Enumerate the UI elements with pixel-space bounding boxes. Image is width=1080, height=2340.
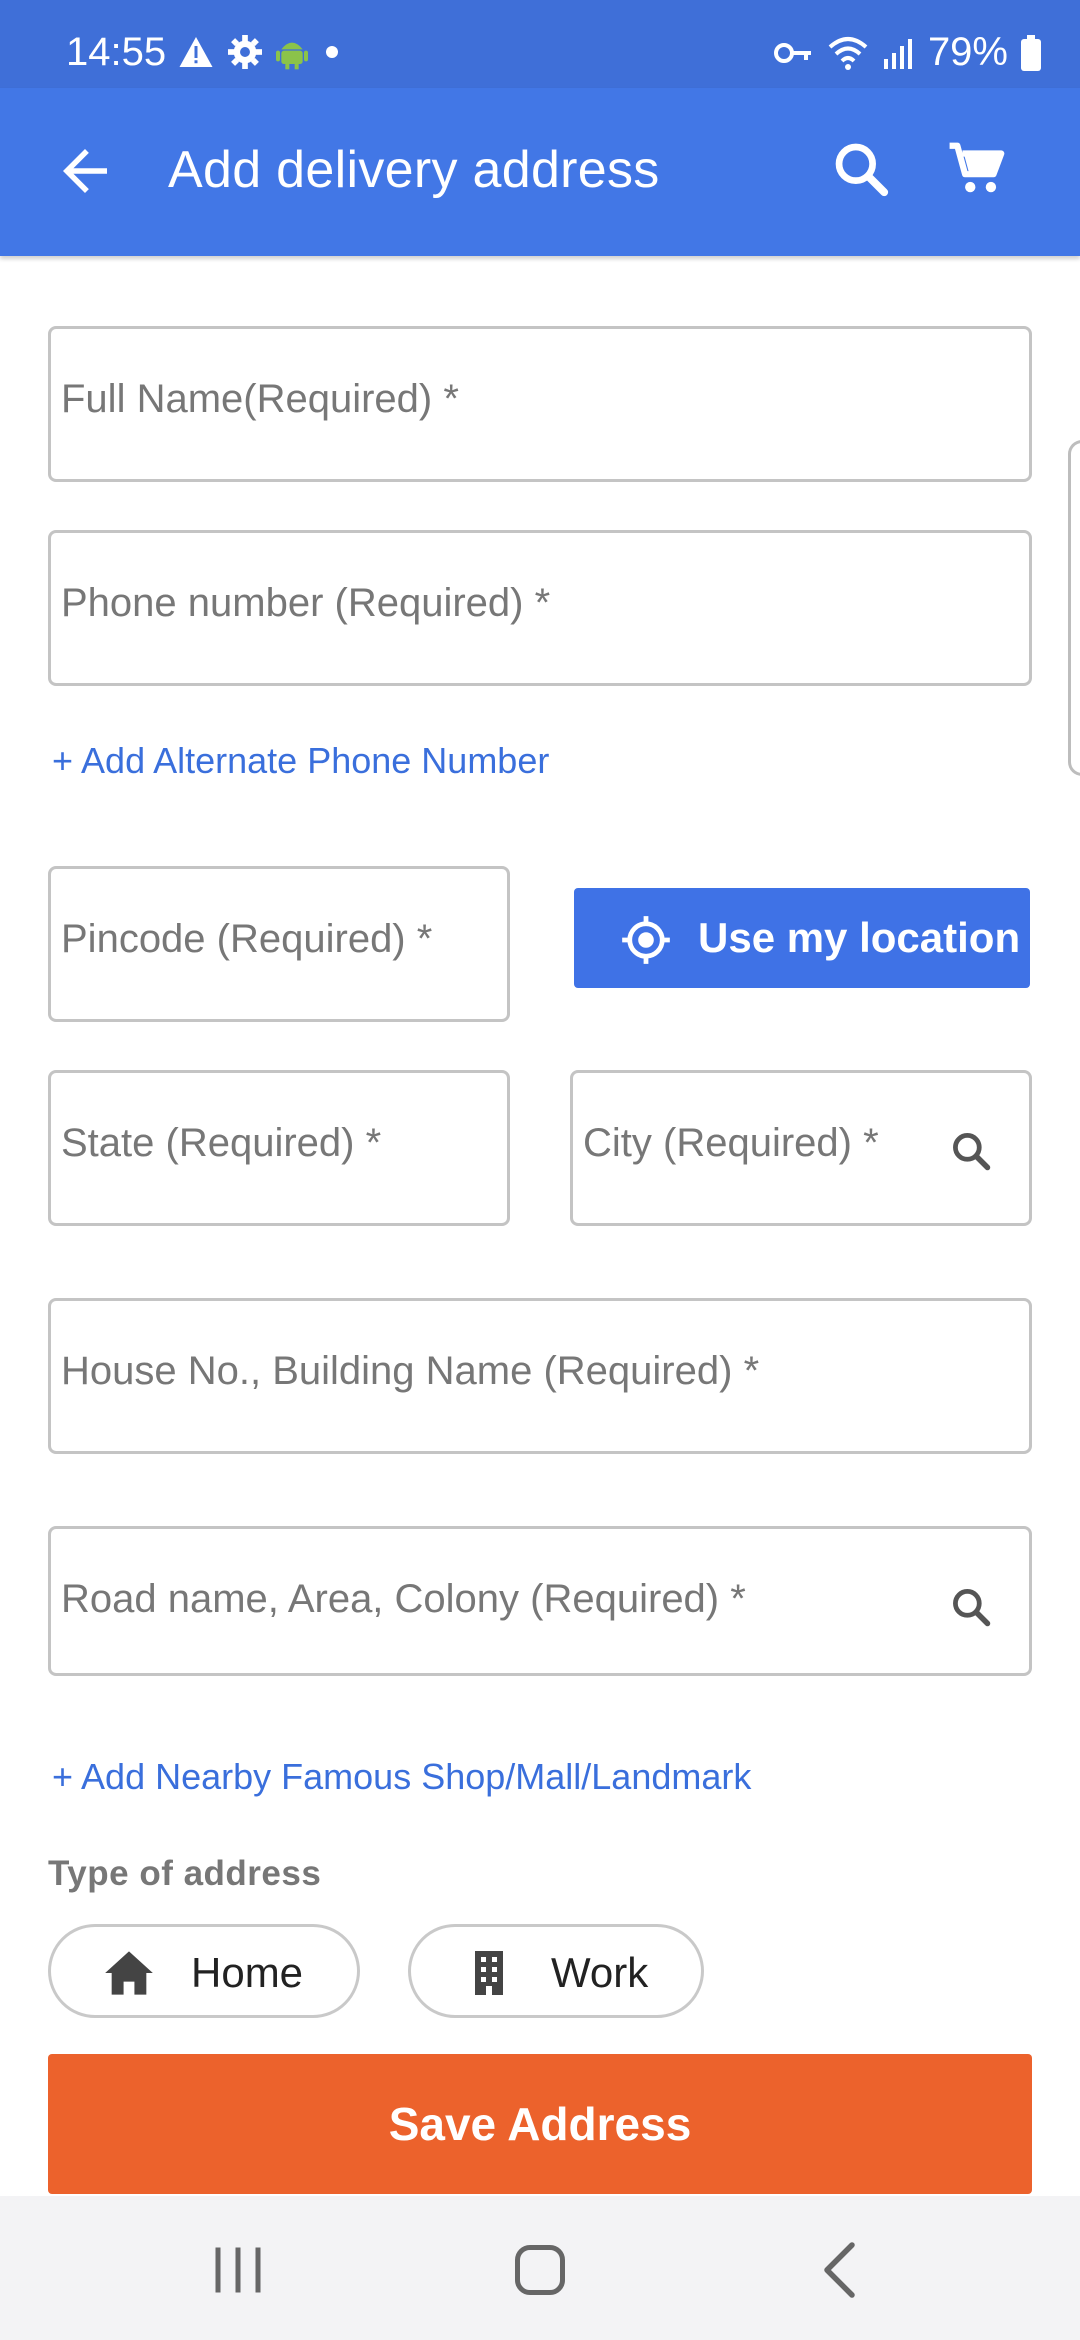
pincode-placeholder: Pincode (Required) [61,917,406,961]
required-mark: * [743,1349,760,1393]
road-placeholder: Road name, Area, Colony (Required) [61,1577,720,1621]
required-mark: * [863,1121,879,1165]
building-icon [475,1951,503,1995]
address-type-work-chip[interactable]: Work [408,1924,704,2018]
house-placeholder: House No., Building Name (Required) [61,1349,733,1393]
android-icon [276,42,308,70]
required-mark: * [443,377,459,421]
house-building-field[interactable]: House No., Building Name (Required) * [48,1298,1032,1454]
back-arrow-icon[interactable] [52,138,118,204]
road-area-field[interactable]: Road name, Area, Colony (Required) * [48,1526,1032,1676]
battery-icon [1021,34,1041,71]
state-placeholder: State (Required) [61,1121,355,1165]
work-label: Work [551,1949,649,1996]
vpn-key-icon [773,42,811,63]
add-landmark-link[interactable]: + Add Nearby Famous Shop/Mall/Landmark [52,1756,751,1798]
full-name-field[interactable]: Full Name(Required) * [48,326,1032,482]
signal-icon [883,38,912,69]
page-title: Add delivery address [168,141,660,199]
system-navigation-bar [0,2196,1080,2340]
city-field[interactable]: City (Required) * [570,1070,1032,1226]
warning-icon [179,37,213,67]
search-icon[interactable] [830,138,892,200]
phone-placeholder: Phone number (Required) [61,581,524,625]
pincode-field[interactable]: Pincode (Required) * [48,866,510,1022]
dot-icon [326,46,338,58]
add-alternate-phone-link[interactable]: + Add Alternate Phone Number [52,740,549,782]
use-my-location-label: Use my location [698,914,1021,961]
home-button-icon[interactable] [510,2240,570,2300]
app-bar: Add delivery address [0,88,1080,256]
status-time: 14:55 [66,30,167,74]
save-address-button[interactable]: Save Address [48,2054,1032,2194]
location-target-icon [622,916,670,964]
address-type-label: Type of address [48,1854,322,1893]
status-bar: 14:55 79% [0,0,1080,88]
phone-number-field[interactable]: Phone number (Required) * [48,530,1032,686]
battery-percent: 79% [927,30,1008,74]
address-type-home-chip[interactable]: Home [48,1924,360,2018]
back-nav-icon[interactable] [812,2240,872,2300]
search-icon[interactable] [949,1129,993,1173]
required-mark: * [365,1121,382,1165]
required-mark: * [534,581,551,625]
cart-icon[interactable] [946,138,1010,200]
search-icon[interactable] [949,1585,993,1629]
gear-icon [228,35,262,69]
recent-apps-icon[interactable] [208,2240,268,2300]
use-my-location-button[interactable]: Use my location [574,888,1030,988]
edge-panel-handle[interactable] [1068,440,1080,776]
required-mark: * [416,917,433,961]
required-mark: * [730,1577,746,1621]
home-label: Home [191,1949,304,1996]
state-field[interactable]: State (Required) * [48,1070,510,1226]
wifi-icon [828,36,868,70]
city-placeholder: City (Required) [583,1121,852,1165]
home-icon [105,1951,153,1995]
full-name-placeholder: Full Name(Required) [61,377,433,421]
